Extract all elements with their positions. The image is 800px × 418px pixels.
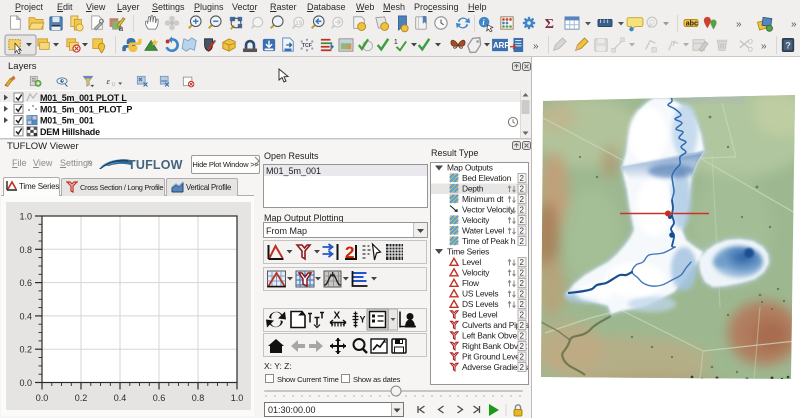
svg-text:abc: abc xyxy=(686,21,698,28)
svg-text:Left Bank Obvert: Left Bank Obvert xyxy=(462,330,523,340)
svg-text:X: X xyxy=(334,311,341,322)
svg-text:Level: Level xyxy=(462,257,481,267)
svg-text:»: » xyxy=(736,19,742,30)
svg-text:TCF: TCF xyxy=(302,43,313,49)
svg-text:Velocity: Velocity xyxy=(462,267,490,277)
svg-text:DEM Hillshade: DEM Hillshade xyxy=(40,127,100,137)
svg-text:1: 1 xyxy=(394,39,398,46)
svg-text:M01_5m_001 PLOT L: M01_5m_001 PLOT L xyxy=(40,93,127,103)
svg-text:Bed Level: Bed Level xyxy=(462,309,498,319)
svg-text:?: ? xyxy=(785,41,790,51)
svg-text:Map Outputs: Map Outputs xyxy=(447,163,493,173)
svg-text:Pit Ground Levels: Pit Ground Levels xyxy=(462,351,525,361)
svg-text:0.6: 0.6 xyxy=(153,393,166,403)
svg-text:a: a xyxy=(119,24,124,33)
svg-text:Minimum dt: Minimum dt xyxy=(462,194,504,204)
svg-text:□: □ xyxy=(112,82,115,87)
svg-text:0.0: 0.0 xyxy=(19,378,32,388)
svg-text:1.0: 1.0 xyxy=(231,393,244,403)
svg-text:0.8: 0.8 xyxy=(192,393,205,403)
svg-text:M01_5m_001: M01_5m_001 xyxy=(40,116,94,126)
svg-text:0.8: 0.8 xyxy=(19,245,32,255)
svg-text:Depth: Depth xyxy=(462,183,484,193)
svg-text:0.2: 0.2 xyxy=(19,345,32,355)
svg-text:0.0: 0.0 xyxy=(36,393,49,403)
svg-text:1.0: 1.0 xyxy=(19,212,32,222)
svg-text:Time of Peak h: Time of Peak h xyxy=(462,236,516,246)
svg-text:»: » xyxy=(791,19,797,30)
svg-text:Σ: Σ xyxy=(545,16,554,32)
svg-text:ARR: ARR xyxy=(493,41,510,50)
svg-text:0.6: 0.6 xyxy=(19,278,32,288)
svg-text:Flow: Flow xyxy=(462,278,480,288)
svg-text:Y: Y xyxy=(360,315,366,325)
svg-text:DS Levels: DS Levels xyxy=(462,299,498,309)
svg-text:0.2: 0.2 xyxy=(75,393,88,403)
svg-text:»: » xyxy=(761,41,767,52)
svg-text:M01_5m_001_PLOT_P: M01_5m_001_PLOT_P xyxy=(40,104,132,114)
svg-text:Water Level: Water Level xyxy=(462,225,505,235)
svg-text:ε: ε xyxy=(107,76,111,86)
svg-text:Bed Elevation: Bed Elevation xyxy=(462,173,512,183)
svg-text:19: 19 xyxy=(295,20,302,27)
svg-text:»: » xyxy=(533,41,539,52)
svg-text:TUFLOW: TUFLOW xyxy=(128,158,183,172)
svg-text:US Levels: US Levels xyxy=(462,288,498,298)
svg-text:0.4: 0.4 xyxy=(114,393,127,403)
svg-text:Velocity: Velocity xyxy=(462,215,490,225)
svg-text:Vector Velocity: Vector Velocity xyxy=(462,204,515,214)
svg-text:Time Series: Time Series xyxy=(447,247,489,257)
svg-text:0.4: 0.4 xyxy=(19,311,32,321)
